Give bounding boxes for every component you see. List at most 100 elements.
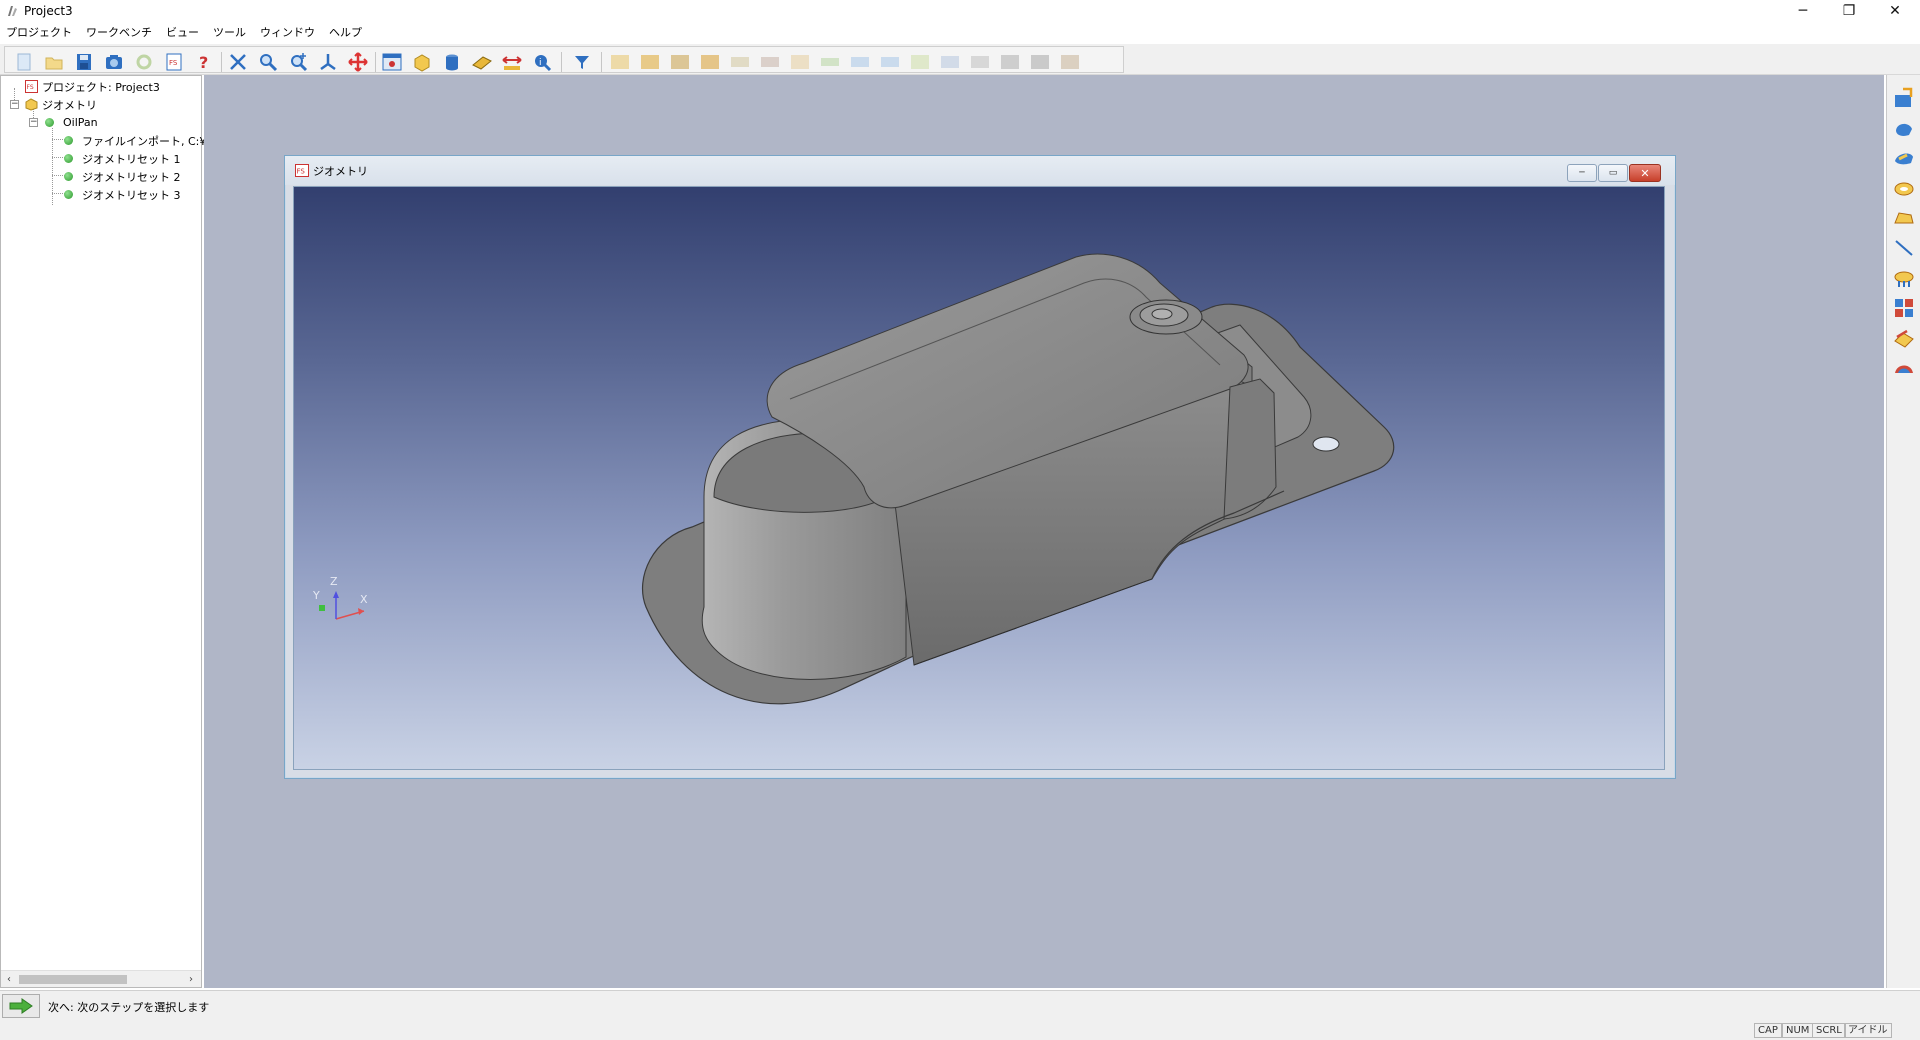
snapshot-icon[interactable] <box>103 51 125 73</box>
geometry-window: FS ジオメトリ ─ ▭ ✕ Z Y X <box>284 155 1676 779</box>
zoom-icon[interactable] <box>257 51 279 73</box>
status-dot-icon <box>64 154 73 163</box>
shaded-cylinder-icon[interactable] <box>441 51 463 73</box>
menu-workbench[interactable]: ワークベンチ <box>86 24 152 40</box>
menu-tools[interactable]: ツール <box>213 24 246 40</box>
new-icon[interactable] <box>13 51 35 73</box>
fs-doc-icon: FS <box>295 164 309 177</box>
axis-label-z: Z <box>330 575 338 588</box>
loop-icon[interactable] <box>1893 177 1915 199</box>
scrollbar-thumb[interactable] <box>19 975 127 984</box>
tree-label-project: プロジェクト: Project3 <box>42 80 160 94</box>
axis-triad: Z Y X <box>312 575 368 620</box>
menu-help[interactable]: ヘルプ <box>329 24 362 40</box>
window-title: Project3 <box>24 4 73 18</box>
geometry-folder-icon <box>25 98 38 111</box>
tree-expander-geometry[interactable]: − <box>10 100 19 109</box>
tree-item-project[interactable]: FS プロジェクト: Project3 <box>25 78 160 95</box>
tree-item-import[interactable]: ファイルインポート, C:¥FT <box>64 132 219 149</box>
help-icon[interactable]: ? <box>193 51 215 73</box>
num-indicator: NUM <box>1782 1023 1814 1038</box>
tree-label-import: ファイルインポート, C:¥FT <box>82 134 220 148</box>
tree-item-geometry[interactable]: ジオメトリ <box>25 96 97 113</box>
child-maximize-button[interactable]: ▭ <box>1598 164 1628 182</box>
save-icon[interactable] <box>73 51 95 73</box>
app-icon <box>8 6 17 16</box>
tree-label-geometry-set-2: ジオメトリセット 2 <box>82 170 181 184</box>
tree-item-geometry-set-1[interactable]: ジオメトリセット 1 <box>64 150 181 167</box>
transfer-icon[interactable] <box>1893 327 1915 349</box>
axis-label-x: X <box>360 593 368 606</box>
thickness-icon[interactable] <box>1893 357 1915 379</box>
next-step-button[interactable] <box>2 994 40 1018</box>
scrl-indicator: SCRL <box>1812 1023 1846 1038</box>
svg-text:FS: FS <box>297 168 306 176</box>
query-icon[interactable]: i <box>531 51 553 73</box>
toolbar-group: FS ? i <box>4 46 1124 73</box>
3d-viewport[interactable]: Z Y X <box>293 186 1665 770</box>
add-geometry-icon[interactable] <box>1893 87 1915 109</box>
bolt-hole <box>1312 436 1340 452</box>
project-tree[interactable]: FS プロジェクト: Project3 − ジオメトリ − OilPan ファイ… <box>0 75 219 988</box>
tree-label-geometry-set-3: ジオメトリセット 3 <box>82 188 181 202</box>
arrow-right-icon <box>9 998 33 1014</box>
rotate-icon[interactable] <box>317 51 339 73</box>
right-tool-palette <box>1886 75 1920 988</box>
tree-label-geometry: ジオメトリ <box>42 98 97 112</box>
child-title-bar[interactable]: FS ジオメトリ ─ ▭ ✕ <box>285 156 1675 185</box>
restore-button[interactable]: ❐ <box>1826 0 1872 22</box>
pattern-icon[interactable] <box>1893 297 1915 319</box>
status-dot-icon <box>64 190 73 199</box>
tree-horizontal-scrollbar[interactable]: ‹ › <box>1 970 201 987</box>
minimize-button[interactable]: ─ <box>1780 0 1826 22</box>
child-minimize-button[interactable]: ─ <box>1567 164 1597 182</box>
menu-project[interactable]: プロジェクト <box>6 24 72 40</box>
scroll-left-icon[interactable]: ‹ <box>1 972 17 987</box>
face-group-icon[interactable] <box>1893 147 1915 169</box>
refresh-icon[interactable] <box>133 51 155 73</box>
child-close-button[interactable]: ✕ <box>1629 164 1661 182</box>
menu-view[interactable]: ビュー <box>166 24 199 40</box>
open-icon[interactable] <box>43 51 65 73</box>
surface-icon[interactable] <box>1893 117 1915 139</box>
view-settings-icon[interactable] <box>381 51 403 73</box>
model-canvas[interactable]: Z Y X <box>294 187 1665 770</box>
tree-item-geometry-set-2[interactable]: ジオメトリセット 2 <box>64 168 181 185</box>
fs-project-icon: FS <box>25 80 38 93</box>
svg-text:i: i <box>539 58 542 68</box>
title-bar: Project3 ─ ❐ ✕ <box>0 0 1920 22</box>
tree-label-geometry-set-1: ジオメトリセット 1 <box>82 152 181 166</box>
idle-indicator: アイドル <box>1844 1023 1892 1038</box>
menu-bar: プロジェクト ワークベンチ ビュー ツール ウィンドウ ヘルプ <box>0 22 1920 42</box>
tree-expander-part[interactable]: − <box>29 118 38 127</box>
indicator-bar: CAP NUM SCRL アイドル <box>0 1020 1920 1040</box>
zoom-window-icon[interactable] <box>287 51 309 73</box>
fill-hole-icon[interactable] <box>1893 267 1915 289</box>
svg-text:FS: FS <box>169 59 178 67</box>
shaded-box-icon[interactable] <box>411 51 433 73</box>
filter-icon[interactable] <box>571 51 593 73</box>
tree-label-part: OilPan <box>63 116 98 129</box>
axis-label-y: Y <box>312 589 320 602</box>
status-message: 次へ: 次のステップを選択します <box>48 1001 210 1014</box>
scroll-right-icon[interactable]: › <box>183 972 199 987</box>
line-icon[interactable] <box>1893 237 1915 259</box>
fs-report-icon[interactable]: FS <box>163 51 185 73</box>
status-dot-icon <box>64 172 73 181</box>
status-bar: 次へ: 次のステップを選択します <box>0 990 1920 1020</box>
edge-loop-icon[interactable] <box>1893 207 1915 229</box>
status-dot-icon <box>45 118 54 127</box>
status-dot-icon <box>64 136 73 145</box>
fit-all-icon[interactable] <box>227 51 249 73</box>
menu-window[interactable]: ウィンドウ <box>260 24 315 40</box>
tree-item-part[interactable]: OilPan <box>45 114 98 131</box>
cap-indicator: CAP <box>1754 1023 1782 1038</box>
geometry-tool-icons[interactable] <box>609 51 1119 73</box>
svg-text:?: ? <box>199 53 208 72</box>
close-button[interactable]: ✕ <box>1872 0 1918 22</box>
pan-icon[interactable] <box>347 51 369 73</box>
child-window-title: ジオメトリ <box>313 164 368 178</box>
measure-icon[interactable] <box>501 51 523 73</box>
tree-item-geometry-set-3[interactable]: ジオメトリセット 3 <box>64 186 181 203</box>
section-plane-icon[interactable] <box>471 51 493 73</box>
